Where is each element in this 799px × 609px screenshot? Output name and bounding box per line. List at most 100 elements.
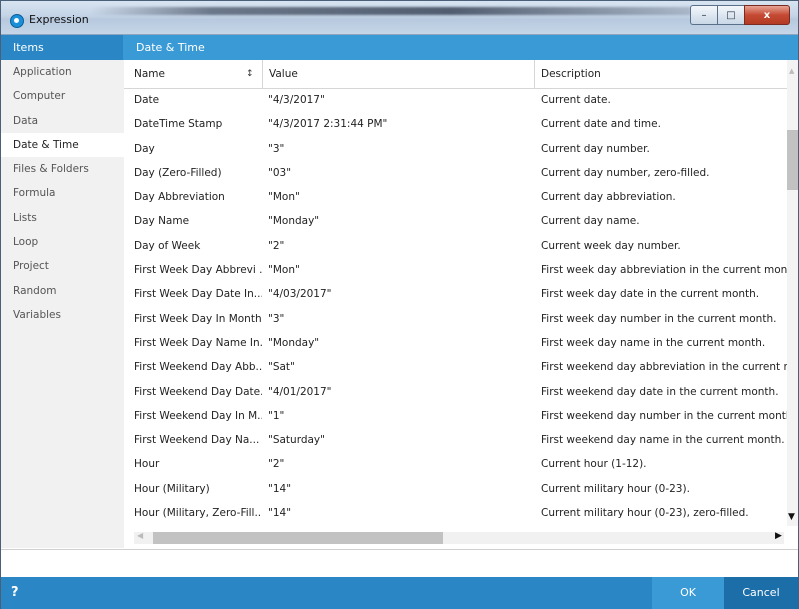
cell-name: Date bbox=[134, 94, 160, 106]
horizontal-scrollbar[interactable]: ◀ ▶ bbox=[124, 526, 787, 548]
table-row[interactable]: First Week Day Name In... "Monday" First w… bbox=[124, 331, 787, 355]
cell-description: First weekend day name in the current mo… bbox=[541, 434, 785, 447]
help-button[interactable]: ? bbox=[11, 577, 19, 609]
cell-name: First Weekend Day Na... bbox=[134, 434, 260, 447]
expression-table: Name ↕ Value Description Date "4/3/2017" C… bbox=[124, 60, 787, 526]
close-icon: x bbox=[763, 9, 771, 21]
cell-description: Current day number, zero-filled. bbox=[541, 166, 710, 179]
cell-description: First week day date in the current month… bbox=[541, 288, 760, 301]
table-row[interactable]: First Weekend Day Date... "4/01/2017" Firs… bbox=[124, 380, 787, 404]
column-header-description[interactable]: Description bbox=[534, 60, 787, 88]
table-row[interactable]: Hour (Military) "14" Current military hour… bbox=[124, 477, 787, 501]
table-row[interactable]: DateTime Stamp "4/3/2017 2:31:44 PM" Curre… bbox=[124, 112, 787, 136]
vertical-scroll-thumb[interactable] bbox=[787, 130, 798, 190]
cell-description: First weekend day abbreviation in the cu… bbox=[541, 361, 787, 374]
cell-description: First week day name in the current month… bbox=[541, 336, 766, 349]
app-logo-icon bbox=[10, 14, 24, 28]
table-body: Date "4/3/2017" Current date. DateTime Stam… bbox=[124, 88, 787, 525]
cancel-button[interactable]: Cancel bbox=[724, 577, 798, 609]
cell-name: First Week Day Abbrevi ... bbox=[134, 264, 262, 277]
items-header: Items bbox=[1, 35, 123, 60]
column-header-value[interactable]: Value bbox=[262, 60, 539, 88]
sidebar-item[interactable]: Date & Time bbox=[1, 132, 124, 158]
cell-name: First Weekend Day In M... bbox=[134, 409, 262, 422]
cell-description: Current day name. bbox=[541, 215, 640, 228]
cell-description: Current hour (1-12). bbox=[541, 458, 647, 471]
table-row[interactable]: First Week Day In Month "3" First week day… bbox=[124, 307, 787, 331]
cell-name: Day (Zero-Filled) bbox=[134, 166, 222, 179]
cell-name: First Week Day Name In... bbox=[134, 336, 262, 349]
table-row[interactable]: Date "4/3/2017" Current date. bbox=[124, 88, 787, 112]
cell-name: Day Name bbox=[134, 215, 190, 228]
table-row[interactable]: Day "3" Current day number. bbox=[124, 137, 787, 161]
section-title: Date & Time bbox=[136, 41, 205, 54]
table-row[interactable]: Hour (Military, Zero-Fill... "14" Current … bbox=[124, 501, 787, 525]
cell-name: First Weekend Day Date... bbox=[134, 385, 262, 398]
table-row[interactable]: First Weekend Day Abb... "Sat" First weeke… bbox=[124, 355, 787, 379]
horizontal-scroll-thumb[interactable] bbox=[153, 532, 443, 544]
maximize-button[interactable]: □ bbox=[717, 5, 744, 25]
cell-description: Current military hour (0-23). bbox=[541, 482, 690, 495]
sidebar-item[interactable]: Computer bbox=[1, 84, 124, 108]
cell-description: Current military hour (0-23), zero-fille… bbox=[541, 507, 749, 520]
cell-value: "3" bbox=[268, 142, 285, 155]
sidebar-item[interactable]: Variables bbox=[1, 303, 124, 327]
sidebar-item[interactable]: Application bbox=[1, 60, 124, 84]
ok-button[interactable]: OK bbox=[652, 577, 724, 609]
title-bar[interactable]: Expression – □ x bbox=[1, 1, 798, 35]
cell-description: First week day number in the current mon… bbox=[541, 312, 777, 325]
cell-description: Current week day number. bbox=[541, 239, 681, 252]
cell-name: Hour bbox=[134, 458, 160, 471]
scroll-down-icon[interactable]: ▼ bbox=[788, 512, 795, 522]
table-row[interactable]: Day Abbreviation "Mon" Current day abbrevi… bbox=[124, 185, 787, 209]
table-row[interactable]: First Weekend Day In M... "1" First weeken… bbox=[124, 404, 787, 428]
cell-value: "Saturday" bbox=[268, 434, 325, 447]
cell-name: Day of Week bbox=[134, 239, 201, 252]
cell-value: "4/01/2017" bbox=[268, 385, 332, 398]
sidebar-item[interactable]: Formula bbox=[1, 181, 124, 205]
header-bar: Items Date & Time bbox=[1, 35, 798, 60]
table-row[interactable]: Day Name "Monday" Current day name. bbox=[124, 209, 787, 233]
vertical-scrollbar[interactable]: ▲ ▼ bbox=[787, 60, 798, 526]
sidebar-item[interactable]: Random bbox=[1, 279, 124, 303]
cell-name: Hour (Military) bbox=[134, 482, 210, 495]
sidebar-item[interactable]: Lists bbox=[1, 206, 124, 230]
table-row[interactable]: Hour "2" Current hour (1-12). bbox=[124, 452, 787, 476]
sidebar-item[interactable]: Files & Folders bbox=[1, 157, 124, 181]
cell-value: "03" bbox=[268, 166, 292, 179]
cell-value: "Mon" bbox=[268, 191, 300, 204]
cell-description: Current day abbreviation. bbox=[541, 191, 676, 204]
cell-description: Current day number. bbox=[541, 142, 650, 155]
cell-value: "Sat" bbox=[268, 361, 295, 374]
cell-value: "2" bbox=[268, 239, 285, 252]
cell-name: Hour (Military, Zero-Fill... bbox=[134, 507, 262, 520]
table-row[interactable]: Day (Zero-Filled) "03" Current day number,… bbox=[124, 161, 787, 185]
sidebar-item[interactable]: Project bbox=[1, 254, 124, 278]
column-header-name[interactable]: Name bbox=[134, 60, 254, 88]
cell-value: "Mon" bbox=[268, 264, 300, 277]
table-row[interactable]: First Week Day Date In... "4/03/2017" Firs… bbox=[124, 282, 787, 306]
cell-name: Day bbox=[134, 142, 155, 155]
cell-value: "2" bbox=[268, 458, 285, 471]
cell-value: "4/3/2017" bbox=[268, 94, 325, 106]
table-row[interactable]: First Week Day Abbrevi ... "Mon" First wee… bbox=[124, 258, 787, 282]
table-row[interactable]: Day of Week "2" Current week day number. bbox=[124, 234, 787, 258]
table-row[interactable]: First Weekend Day Na... "Saturday" First w… bbox=[124, 428, 787, 452]
sort-icon[interactable]: ↕ bbox=[246, 69, 254, 79]
cell-value: "3" bbox=[268, 312, 285, 325]
maximize-icon: □ bbox=[726, 9, 736, 21]
category-sidebar: Application Computer Data Date & Time Files … bbox=[1, 60, 125, 548]
sidebar-item[interactable]: Loop bbox=[1, 230, 124, 254]
close-button[interactable]: x bbox=[744, 5, 790, 25]
cell-value: "Monday" bbox=[268, 336, 320, 349]
cell-description: First weekend day number in the current … bbox=[541, 409, 787, 422]
cell-value: "Monday" bbox=[268, 215, 320, 228]
divider bbox=[1, 549, 798, 550]
scroll-right-icon[interactable]: ▶ bbox=[775, 531, 782, 541]
scroll-left-icon[interactable]: ◀ bbox=[137, 531, 143, 540]
minimize-icon: – bbox=[701, 9, 707, 21]
scroll-up-icon[interactable]: ▲ bbox=[789, 67, 794, 75]
sidebar-item[interactable]: Data bbox=[1, 109, 124, 133]
title-bar-glare bbox=[91, 7, 691, 15]
minimize-button[interactable]: – bbox=[690, 5, 717, 25]
